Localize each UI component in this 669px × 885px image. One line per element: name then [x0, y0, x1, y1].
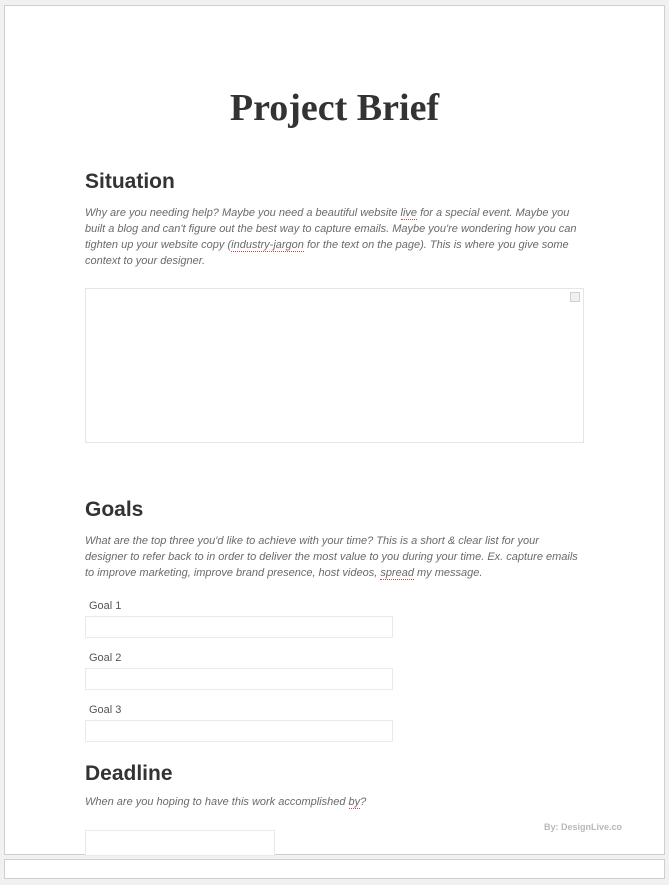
document-page: Project Brief Situation Why are you need… [4, 5, 665, 855]
deadline-input[interactable] [85, 830, 275, 856]
text-fragment: When are you hoping to have this work ac… [85, 796, 349, 808]
goals-description: What are the top three you'd like to ach… [85, 534, 584, 582]
page-title: Project Brief [55, 86, 614, 130]
situation-description: Why are you needing help? Maybe you need… [85, 206, 584, 270]
deadline-description: When are you hoping to have this work ac… [85, 796, 584, 808]
text-fragment: Why are you needing help? Maybe you need… [85, 207, 401, 219]
goal-1-input[interactable] [85, 616, 393, 638]
goals-section: Goals What are the top three you'd like … [55, 498, 614, 742]
footer-credit: By: DesignLive.co [544, 822, 622, 832]
situation-heading: Situation [85, 170, 584, 194]
next-page-peek [4, 859, 665, 879]
goal-3-label: Goal 3 [85, 704, 584, 716]
resize-grip-icon[interactable] [570, 292, 580, 302]
text-fragment: ? [360, 796, 366, 808]
spell-underline: spread [380, 567, 414, 580]
text-fragment: my message. [414, 567, 482, 579]
spell-underline: industry-jargon [231, 239, 304, 252]
goal-row: Goal 3 [85, 704, 584, 742]
situation-section: Situation Why are you needing help? Mayb… [55, 170, 614, 448]
goal-1-label: Goal 1 [85, 600, 584, 612]
goal-2-input[interactable] [85, 668, 393, 690]
deadline-heading: Deadline [85, 762, 584, 786]
goal-row: Goal 2 [85, 652, 584, 690]
spell-underline: live [401, 207, 418, 220]
goals-heading: Goals [85, 498, 584, 522]
situation-textarea[interactable] [85, 288, 584, 443]
goal-row: Goal 1 [85, 600, 584, 638]
deadline-section: Deadline When are you hoping to have thi… [55, 762, 614, 856]
spell-underline: by [349, 796, 361, 809]
goal-3-input[interactable] [85, 720, 393, 742]
goal-2-label: Goal 2 [85, 652, 584, 664]
situation-textarea-wrapper [85, 288, 584, 448]
text-fragment: What are the top three you'd like to ach… [85, 535, 578, 579]
